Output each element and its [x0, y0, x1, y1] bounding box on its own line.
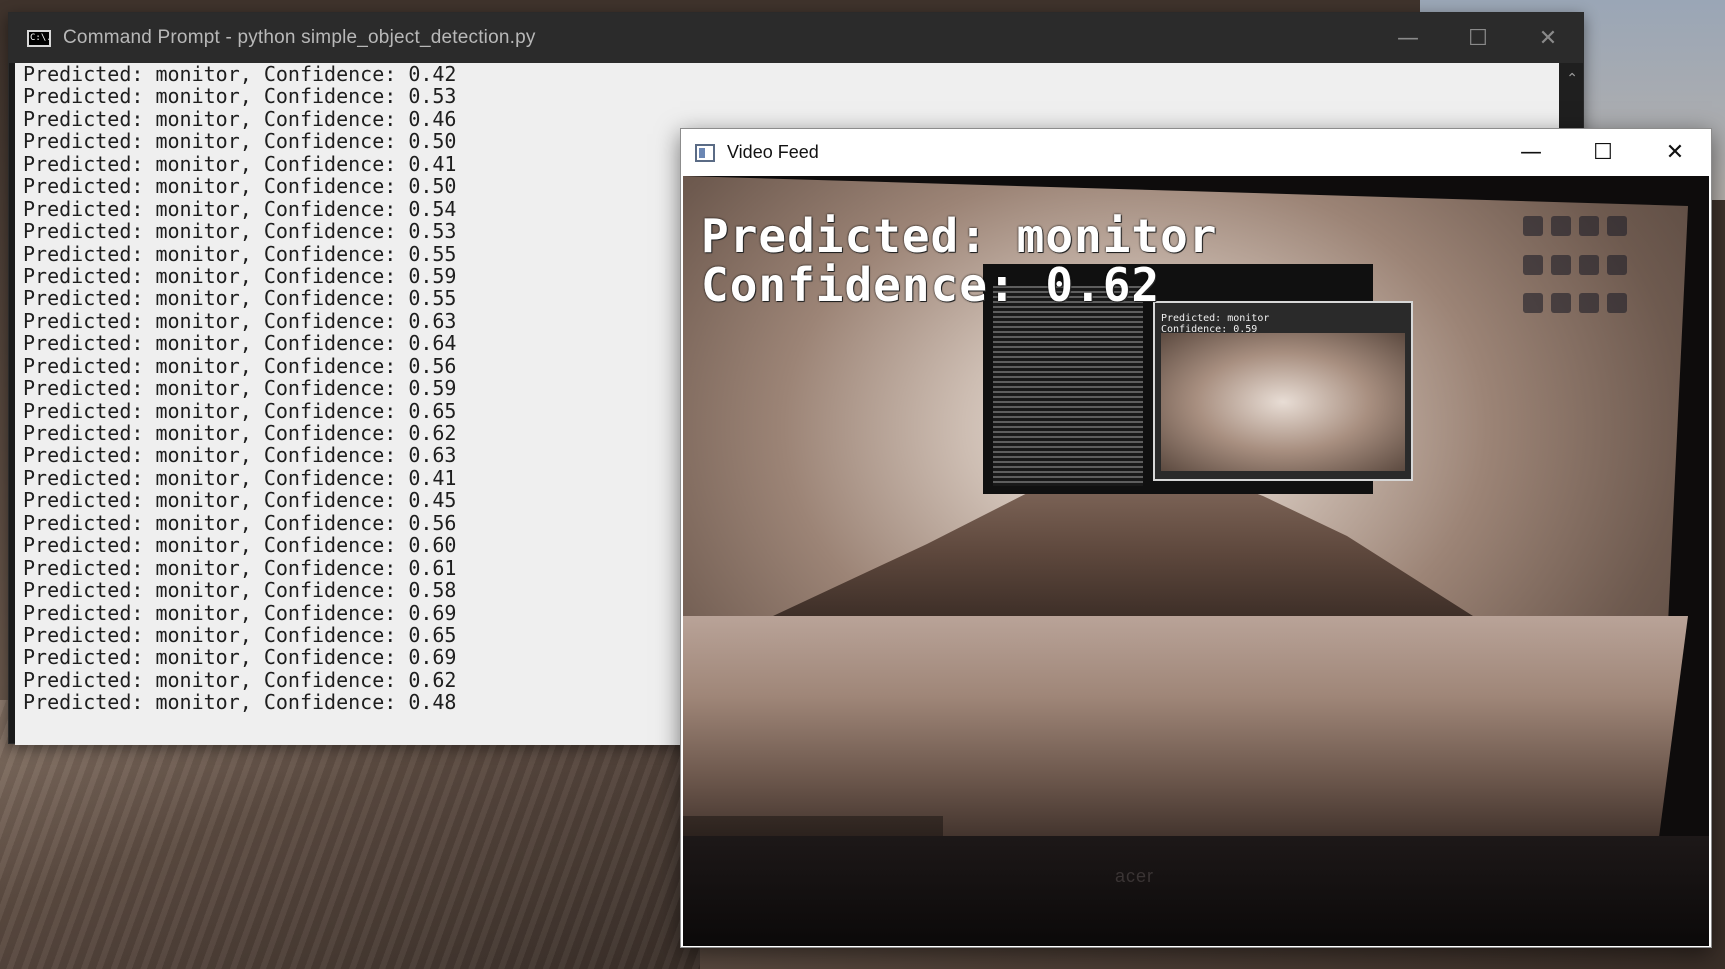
- desktop-icon: [1579, 293, 1599, 314]
- desktop-icon: [1551, 216, 1571, 236]
- desktop-icon: [1607, 254, 1627, 275]
- desktop-icon: [1523, 254, 1543, 275]
- captured-desktop-icons: [1523, 216, 1633, 326]
- video-feed-app-icon: [695, 143, 715, 162]
- command-prompt-icon: C:\.: [27, 29, 51, 47]
- confidence-label: Confidence: 0.62: [701, 258, 1161, 312]
- close-button[interactable]: ✕: [1639, 129, 1711, 176]
- minimize-button[interactable]: —: [1495, 129, 1567, 176]
- maximize-button[interactable]: ☐: [1443, 13, 1513, 63]
- video-feed-window-controls: — ☐ ✕: [1495, 129, 1711, 176]
- monitor-bezel: [683, 836, 1709, 946]
- desktop-icon: [1607, 293, 1627, 314]
- output-line: Predicted: monitor, Confidence: 0.53: [23, 84, 457, 109]
- maximize-button[interactable]: ☐: [1567, 129, 1639, 176]
- video-frame: Predicted: monitor Confidence: 0.59 acer…: [683, 176, 1709, 946]
- captured-video-image: [1161, 333, 1405, 471]
- video-feed-window[interactable]: Video Feed — ☐ ✕ Predicted: monitor Conf…: [680, 128, 1712, 948]
- desktop-icon: [1551, 293, 1571, 314]
- close-button[interactable]: ✕: [1513, 13, 1583, 63]
- desktop-icon: [1607, 216, 1627, 236]
- scroll-up-arrow-icon[interactable]: ⌃: [1566, 71, 1578, 87]
- predicted-label: Predicted: monitor: [701, 209, 1218, 263]
- monitor-brand-logo: acer: [1115, 866, 1155, 886]
- desktop-icon: [1523, 293, 1543, 314]
- wallpaper-water: [683, 616, 1688, 846]
- captured-taskbar: [683, 816, 943, 836]
- desktop-icon: [1523, 216, 1543, 236]
- captured-output-lines: [993, 286, 1143, 486]
- desktop-icon: [1579, 216, 1599, 236]
- desktop-icon: [1551, 254, 1571, 275]
- output-line: Predicted: monitor, Confidence: 0.46: [23, 106, 457, 131]
- command-prompt-window-controls: — ☐ ✕: [1373, 13, 1583, 63]
- output-line: Predicted: monitor, Confidence: 0.42: [23, 63, 457, 86]
- captured-video-feed: Predicted: monitor Confidence: 0.59: [1153, 301, 1413, 481]
- command-prompt-title: Command Prompt - python simple_object_de…: [63, 27, 536, 48]
- captured-overlay-text: Predicted: monitor Confidence: 0.59: [1161, 313, 1270, 335]
- command-prompt-titlebar[interactable]: C:\. Command Prompt - python simple_obje…: [9, 13, 1583, 63]
- minimize-button[interactable]: —: [1373, 13, 1443, 63]
- video-feed-title: Video Feed: [727, 142, 819, 162]
- desktop-icon: [1579, 254, 1599, 275]
- prediction-overlay: Predicted: monitor Confidence: 0.62: [701, 212, 1218, 310]
- video-feed-titlebar[interactable]: Video Feed — ☐ ✕: [681, 129, 1711, 176]
